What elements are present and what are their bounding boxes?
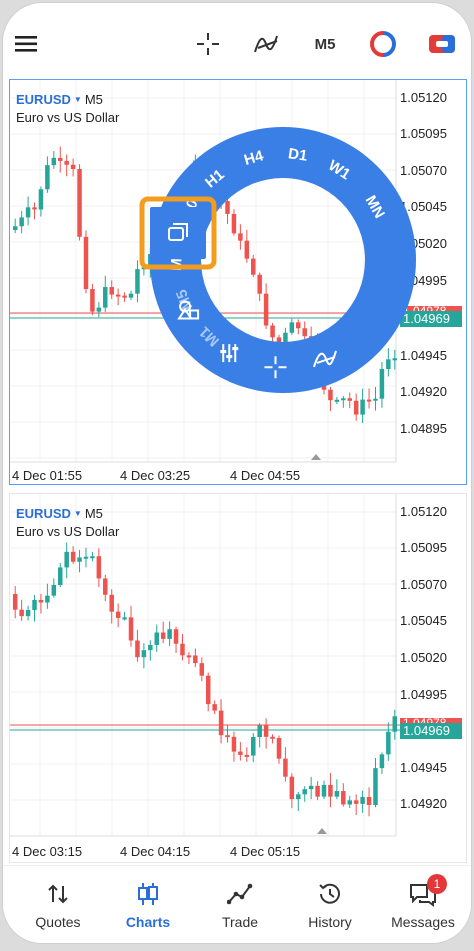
radial-timeframe-menu[interactable]: M5M15M30H1H4D1W1MNM1 — [0, 0, 474, 946]
slider-knob — [220, 350, 227, 354]
ring-band — [150, 127, 416, 393]
slider-knob — [232, 347, 239, 351]
chart-windows-button — [150, 207, 206, 259]
radial-menu-overlay: M5M15M30H1H4D1W1MNM1 — [0, 0, 474, 946]
chart-settings-icon[interactable] — [220, 344, 239, 363]
chart-windows-button-highlight[interactable] — [139, 196, 217, 270]
slider-knob — [226, 355, 233, 359]
timeframe-option-d1[interactable]: D1 — [287, 145, 308, 165]
ring-group: M5M15M30H1H4D1W1MNM1 — [150, 127, 416, 393]
